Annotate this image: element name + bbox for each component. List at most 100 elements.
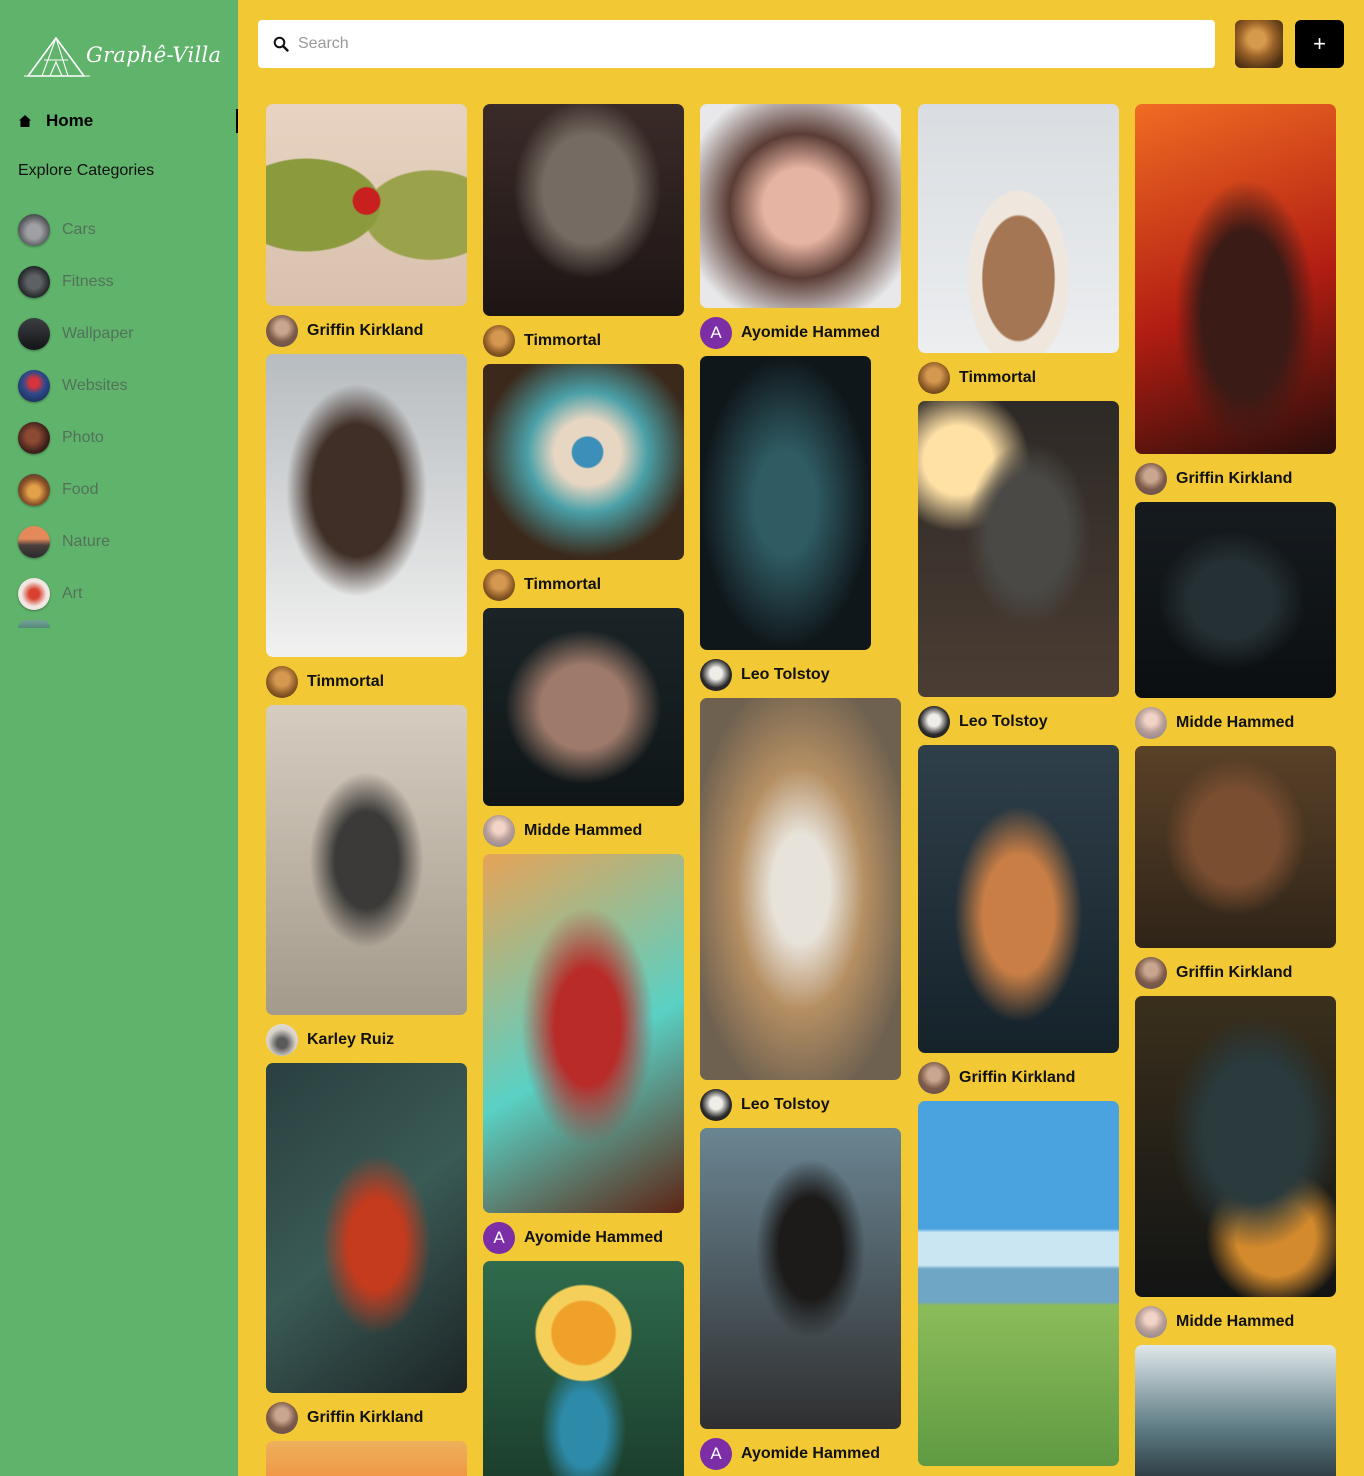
pin-image[interactable]	[1135, 996, 1336, 1297]
category-cars[interactable]: Cars	[18, 204, 228, 256]
pin-author[interactable]: Griffin Kirkland	[266, 314, 467, 348]
pin-image[interactable]	[266, 705, 467, 1015]
pin-image[interactable]	[483, 104, 684, 316]
category-thumbnail	[18, 370, 50, 402]
pin-author[interactable]: Timmortal	[266, 665, 467, 699]
sidebar: Graphê-Villa Home Explore Categories Car…	[0, 0, 238, 1476]
pin-card[interactable]: Griffin Kirkland	[266, 1063, 467, 1435]
author-avatar	[266, 666, 298, 698]
category-fitness[interactable]: Fitness	[18, 256, 228, 308]
pin-author[interactable]: Griffin Kirkland	[1135, 956, 1336, 990]
pin-card[interactable]: Griffin Kirkland	[1135, 104, 1336, 496]
pin-card[interactable]: Griffin Kirkland	[1135, 746, 1336, 990]
pin-card[interactable]: Griffin Kirkland	[918, 745, 1119, 1095]
author-name: Leo Tolstoy	[741, 1096, 830, 1113]
category-thumbnail	[18, 474, 50, 506]
pin-image[interactable]	[483, 364, 684, 560]
pin-author[interactable]: Karley Ruiz	[266, 1023, 467, 1057]
pin-card[interactable]: Karley Ruiz	[266, 705, 467, 1057]
pin-author[interactable]: Timmortal	[483, 324, 684, 358]
category-art[interactable]: Art	[18, 568, 228, 620]
pin-card[interactable]	[918, 1101, 1119, 1466]
pin-author[interactable]: Midde Hammed	[483, 814, 684, 848]
nav-home[interactable]: Home	[18, 108, 238, 134]
pin-image[interactable]	[1135, 1345, 1336, 1476]
pin-card[interactable]: A Ayomide Hammed	[700, 1128, 901, 1471]
pin-image[interactable]	[483, 854, 684, 1213]
search-input[interactable]	[298, 35, 1178, 53]
pin-card[interactable]: Timmortal	[918, 104, 1119, 395]
pin-author[interactable]: Timmortal	[483, 568, 684, 602]
user-avatar[interactable]	[1235, 20, 1283, 68]
pin-author[interactable]: Griffin Kirkland	[266, 1401, 467, 1435]
pin-card[interactable]: Timmortal	[483, 364, 684, 602]
pin-author[interactable]: A Ayomide Hammed	[700, 1437, 901, 1471]
pin-image[interactable]	[266, 354, 467, 657]
author-avatar	[483, 569, 515, 601]
pin-card[interactable]	[1135, 1345, 1336, 1476]
category-wallpaper[interactable]: Wallpaper	[18, 308, 228, 360]
pin-card[interactable]: Timmortal	[266, 354, 467, 699]
pin-card[interactable]: A Ayomide Hammed	[483, 854, 684, 1255]
pin-image[interactable]	[266, 1063, 467, 1393]
category-thumbnail-partial	[18, 620, 50, 628]
pin-author[interactable]: Midde Hammed	[1135, 1305, 1336, 1339]
search-bar[interactable]	[258, 20, 1215, 68]
pin-card[interactable]: Leo Tolstoy	[700, 698, 901, 1122]
category-nature[interactable]: Nature	[18, 516, 228, 568]
pin-author[interactable]: Leo Tolstoy	[700, 658, 901, 692]
pin-image[interactable]	[483, 608, 684, 806]
category-websites[interactable]: Websites	[18, 360, 228, 412]
pin-card[interactable]: Griffin Kirkland	[266, 104, 467, 348]
pin-image[interactable]	[266, 104, 467, 306]
category-photo[interactable]: Photo	[18, 412, 228, 464]
pin-author[interactable]: Griffin Kirkland	[918, 1061, 1119, 1095]
category-thumbnail	[18, 318, 50, 350]
author-name: Midde Hammed	[524, 822, 643, 839]
pin-image[interactable]	[1135, 104, 1336, 454]
pin-image[interactable]	[918, 1101, 1119, 1466]
pin-card[interactable]: Midde Hammed	[1135, 996, 1336, 1339]
pin-image[interactable]	[1135, 502, 1336, 698]
pin-image[interactable]	[266, 1441, 467, 1476]
category-thumbnail	[18, 266, 50, 298]
category-label: Nature	[62, 533, 111, 550]
pin-author[interactable]: A Ayomide Hammed	[483, 1221, 684, 1255]
pin-card[interactable]	[483, 1261, 684, 1476]
pin-author[interactable]: Griffin Kirkland	[1135, 462, 1336, 496]
pin-author[interactable]: Timmortal	[918, 361, 1119, 395]
pin-image[interactable]	[700, 698, 901, 1080]
author-name: Ayomide Hammed	[524, 1229, 663, 1246]
pin-image[interactable]	[700, 104, 901, 308]
pin-card[interactable]: Leo Tolstoy	[918, 401, 1119, 739]
pin-card[interactable]: Leo Tolstoy	[700, 356, 901, 692]
pin-author[interactable]: Midde Hammed	[1135, 706, 1336, 740]
pin-image[interactable]	[483, 1261, 684, 1476]
pin-image[interactable]	[700, 1128, 901, 1429]
author-name: Timmortal	[959, 369, 1037, 386]
pin-author[interactable]: Leo Tolstoy	[700, 1088, 901, 1122]
brand-name: Graphê-Villa	[86, 43, 222, 67]
pin-image[interactable]	[700, 356, 871, 650]
pin-card[interactable]: Midde Hammed	[483, 608, 684, 848]
pin-author[interactable]: A Ayomide Hammed	[700, 316, 901, 350]
pin-card[interactable]: Midde Hammed	[1135, 502, 1336, 740]
pin-image[interactable]	[918, 745, 1119, 1053]
category-label: Art	[62, 585, 83, 602]
author-name: Griffin Kirkland	[1176, 964, 1293, 981]
pin-image[interactable]	[918, 401, 1119, 697]
category-thumbnail	[18, 578, 50, 610]
pin-image[interactable]	[1135, 746, 1336, 948]
active-indicator	[236, 109, 238, 133]
author-name: Karley Ruiz	[307, 1031, 395, 1048]
pin-card[interactable]: A Ayomide Hammed	[700, 104, 901, 350]
nav-home-label: Home	[46, 111, 94, 130]
pin-card[interactable]: Timmortal	[483, 104, 684, 358]
brand-logo[interactable]: Graphê-Villa	[22, 30, 222, 80]
category-food[interactable]: Food	[18, 464, 228, 516]
pin-image[interactable]	[918, 104, 1119, 353]
author-avatar	[1135, 463, 1167, 495]
add-pin-button[interactable]: +	[1295, 20, 1344, 68]
pin-author[interactable]: Leo Tolstoy	[918, 705, 1119, 739]
pin-card[interactable]	[266, 1441, 467, 1476]
